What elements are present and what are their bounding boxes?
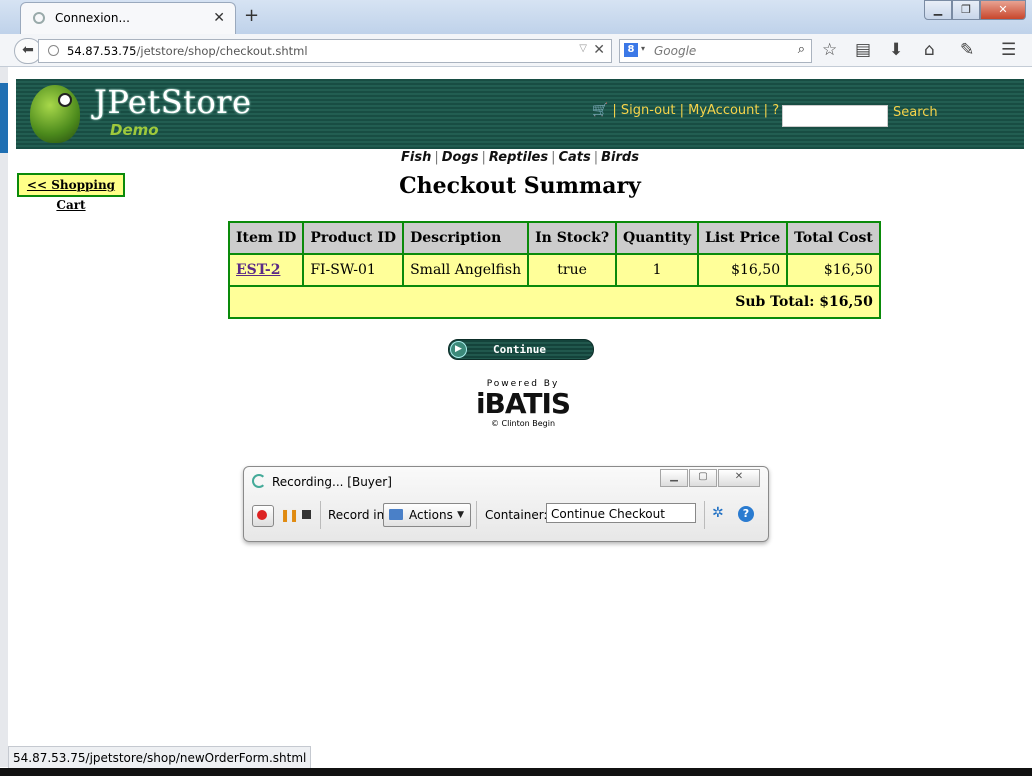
browser-navbar: ⬅ 54.87.53.75/jetstore/shop/checkout.sht… [0, 34, 1032, 67]
category-nav: Fish | Dogs | Reptiles | Cats | Birds [401, 150, 639, 165]
history-dropdown-icon[interactable]: ▽ [579, 43, 587, 54]
description-cell: Small Angelfish [402, 253, 530, 287]
column-header: Product ID [302, 221, 405, 255]
ibatis-logo[interactable]: Powered By iBATIS © Clinton Begin [468, 379, 578, 435]
address-bar[interactable]: 54.87.53.75/jetstore/shop/checkout.shtml… [38, 39, 612, 63]
help-icon[interactable]: ? [738, 506, 754, 522]
continue-label: Continue [493, 343, 546, 356]
close-tab-icon[interactable]: ✕ [213, 10, 225, 26]
logo-title[interactable]: JPetStore [94, 83, 252, 121]
header-links: 🛒 | Sign-out | MyAccount | ? [592, 103, 780, 118]
minimize-button[interactable]: ▁ [924, 0, 952, 20]
google-icon[interactable]: 8 [624, 43, 638, 57]
chevron-down-icon: ▼ [457, 510, 464, 520]
dialog-minimize-button[interactable]: ▁ [660, 469, 688, 487]
pause-button[interactable]: ❚❚ [280, 508, 299, 522]
subtotal-cell: Sub Total: $16,50 [228, 285, 881, 319]
recording-toolbar: ❚❚ Record in: Actions ▼ Container: Conti… [250, 499, 762, 531]
dialog-close-button[interactable]: ✕ [718, 469, 760, 487]
tab-title: Connexion... [55, 11, 130, 25]
help-link[interactable]: ? [772, 103, 779, 118]
total-cost-cell: $16,50 [786, 253, 881, 287]
status-bar: 54.87.53.75/jpetstore/shop/newOrderForm.… [8, 746, 312, 770]
quantity-cell: 1 [615, 253, 700, 287]
stop-icon[interactable]: ✕ [593, 42, 605, 58]
dialog-maximize-button[interactable]: ▢ [689, 469, 717, 487]
sign-out-link[interactable]: Sign-out [621, 103, 676, 118]
store-search-button[interactable]: Search [893, 105, 938, 120]
checkout-table: Item ID Product ID Description In Stock?… [227, 221, 881, 319]
maximize-button[interactable]: ❐ [952, 0, 980, 20]
left-strip [0, 67, 8, 767]
cart-icon[interactable]: 🛒 [592, 103, 608, 118]
record-in-label: Record in: [328, 508, 389, 522]
store-header: JPetStore Demo 🛒 | Sign-out | MyAccount … [16, 79, 1024, 149]
store-search-input[interactable] [782, 105, 888, 127]
column-header: Total Cost [786, 221, 881, 255]
item-id-link[interactable]: EST-2 [236, 262, 280, 278]
collapse-icon[interactable]: ✲ [712, 505, 724, 521]
addon-icon[interactable]: ✎ [960, 40, 974, 60]
search-placeholder: Google [654, 44, 697, 58]
globe-icon [48, 45, 59, 56]
ibatis-credit: © Clinton Begin [490, 419, 556, 428]
record-in-dropdown[interactable]: Actions ▼ [383, 503, 471, 527]
search-icon[interactable]: ⌕ [798, 42, 805, 57]
container-label: Container: [485, 508, 548, 522]
taskbar-edge [0, 768, 1032, 776]
column-header: List Price [697, 221, 789, 255]
close-window-button[interactable]: ✕ [980, 0, 1026, 20]
menu-icon[interactable]: ☰ [1001, 40, 1016, 60]
new-tab-icon[interactable]: + [244, 5, 259, 26]
category-birds[interactable]: Birds [601, 150, 639, 165]
recording-title: Recording... [Buyer] [272, 475, 392, 489]
subtotal-row: Sub Total: $16,50 [228, 285, 881, 319]
continue-button[interactable]: ▶ Continue [448, 339, 594, 360]
ibatis-wordmark: iBATIS [475, 387, 571, 420]
browser-tab[interactable]: Connexion... ✕ [20, 2, 236, 35]
product-id-cell: FI-SW-01 [302, 253, 405, 287]
dialog-window-controls: ▁ ▢ ✕ [659, 469, 760, 487]
engine-dropdown-icon[interactable]: ▾ [641, 44, 645, 53]
table-row: EST-2 FI-SW-01 Small Angelfish true 1 $1… [227, 253, 881, 287]
bookmark-star-icon[interactable]: ☆ [822, 40, 837, 60]
search-bar[interactable]: 8 ▾ Google ⌕ [619, 39, 812, 63]
my-account-link[interactable]: MyAccount [688, 103, 759, 118]
play-icon: ▶ [450, 341, 467, 358]
category-fish[interactable]: Fish [401, 150, 431, 165]
parrot-logo-icon[interactable] [30, 85, 80, 143]
folder-icon [389, 509, 403, 520]
stop-button[interactable] [302, 510, 311, 519]
home-icon[interactable]: ⌂ [924, 40, 935, 60]
in-stock-cell: true [527, 253, 618, 287]
record-in-value: Actions [409, 508, 453, 522]
page-title: Checkout Summary [399, 173, 641, 199]
recording-dialog: Recording... [Buyer] ▁ ▢ ✕ ❚❚ Record in:… [243, 466, 769, 542]
container-field[interactable]: Continue Checkout [546, 503, 696, 523]
category-dogs[interactable]: Dogs [442, 150, 479, 165]
column-header: Quantity [615, 221, 700, 255]
browser-titlebar: Connexion... ✕ + ▁ ❐ ✕ [0, 0, 1032, 35]
reading-list-icon[interactable]: ▤ [855, 40, 871, 60]
category-cats[interactable]: Cats [558, 150, 590, 165]
window-controls: ▁ ❐ ✕ [924, 0, 1026, 20]
column-header: Item ID [227, 221, 305, 255]
loading-icon [33, 12, 45, 24]
category-reptiles[interactable]: Reptiles [489, 150, 548, 165]
table-header-row: Item ID Product ID Description In Stock?… [227, 221, 881, 255]
column-header: Description [402, 221, 530, 255]
list-price-cell: $16,50 [697, 253, 789, 287]
record-icon [257, 510, 267, 520]
download-icon[interactable]: ⬇ [889, 40, 903, 60]
record-button[interactable] [252, 505, 274, 527]
page-content: JPetStore Demo 🛒 | Sign-out | MyAccount … [8, 67, 1032, 767]
logo-subtitle: Demo [110, 121, 159, 139]
url-text: 54.87.53.75/jetstore/shop/checkout.shtml [67, 44, 308, 58]
column-header: In Stock? [527, 221, 618, 255]
recording-spinner-icon [252, 474, 266, 488]
